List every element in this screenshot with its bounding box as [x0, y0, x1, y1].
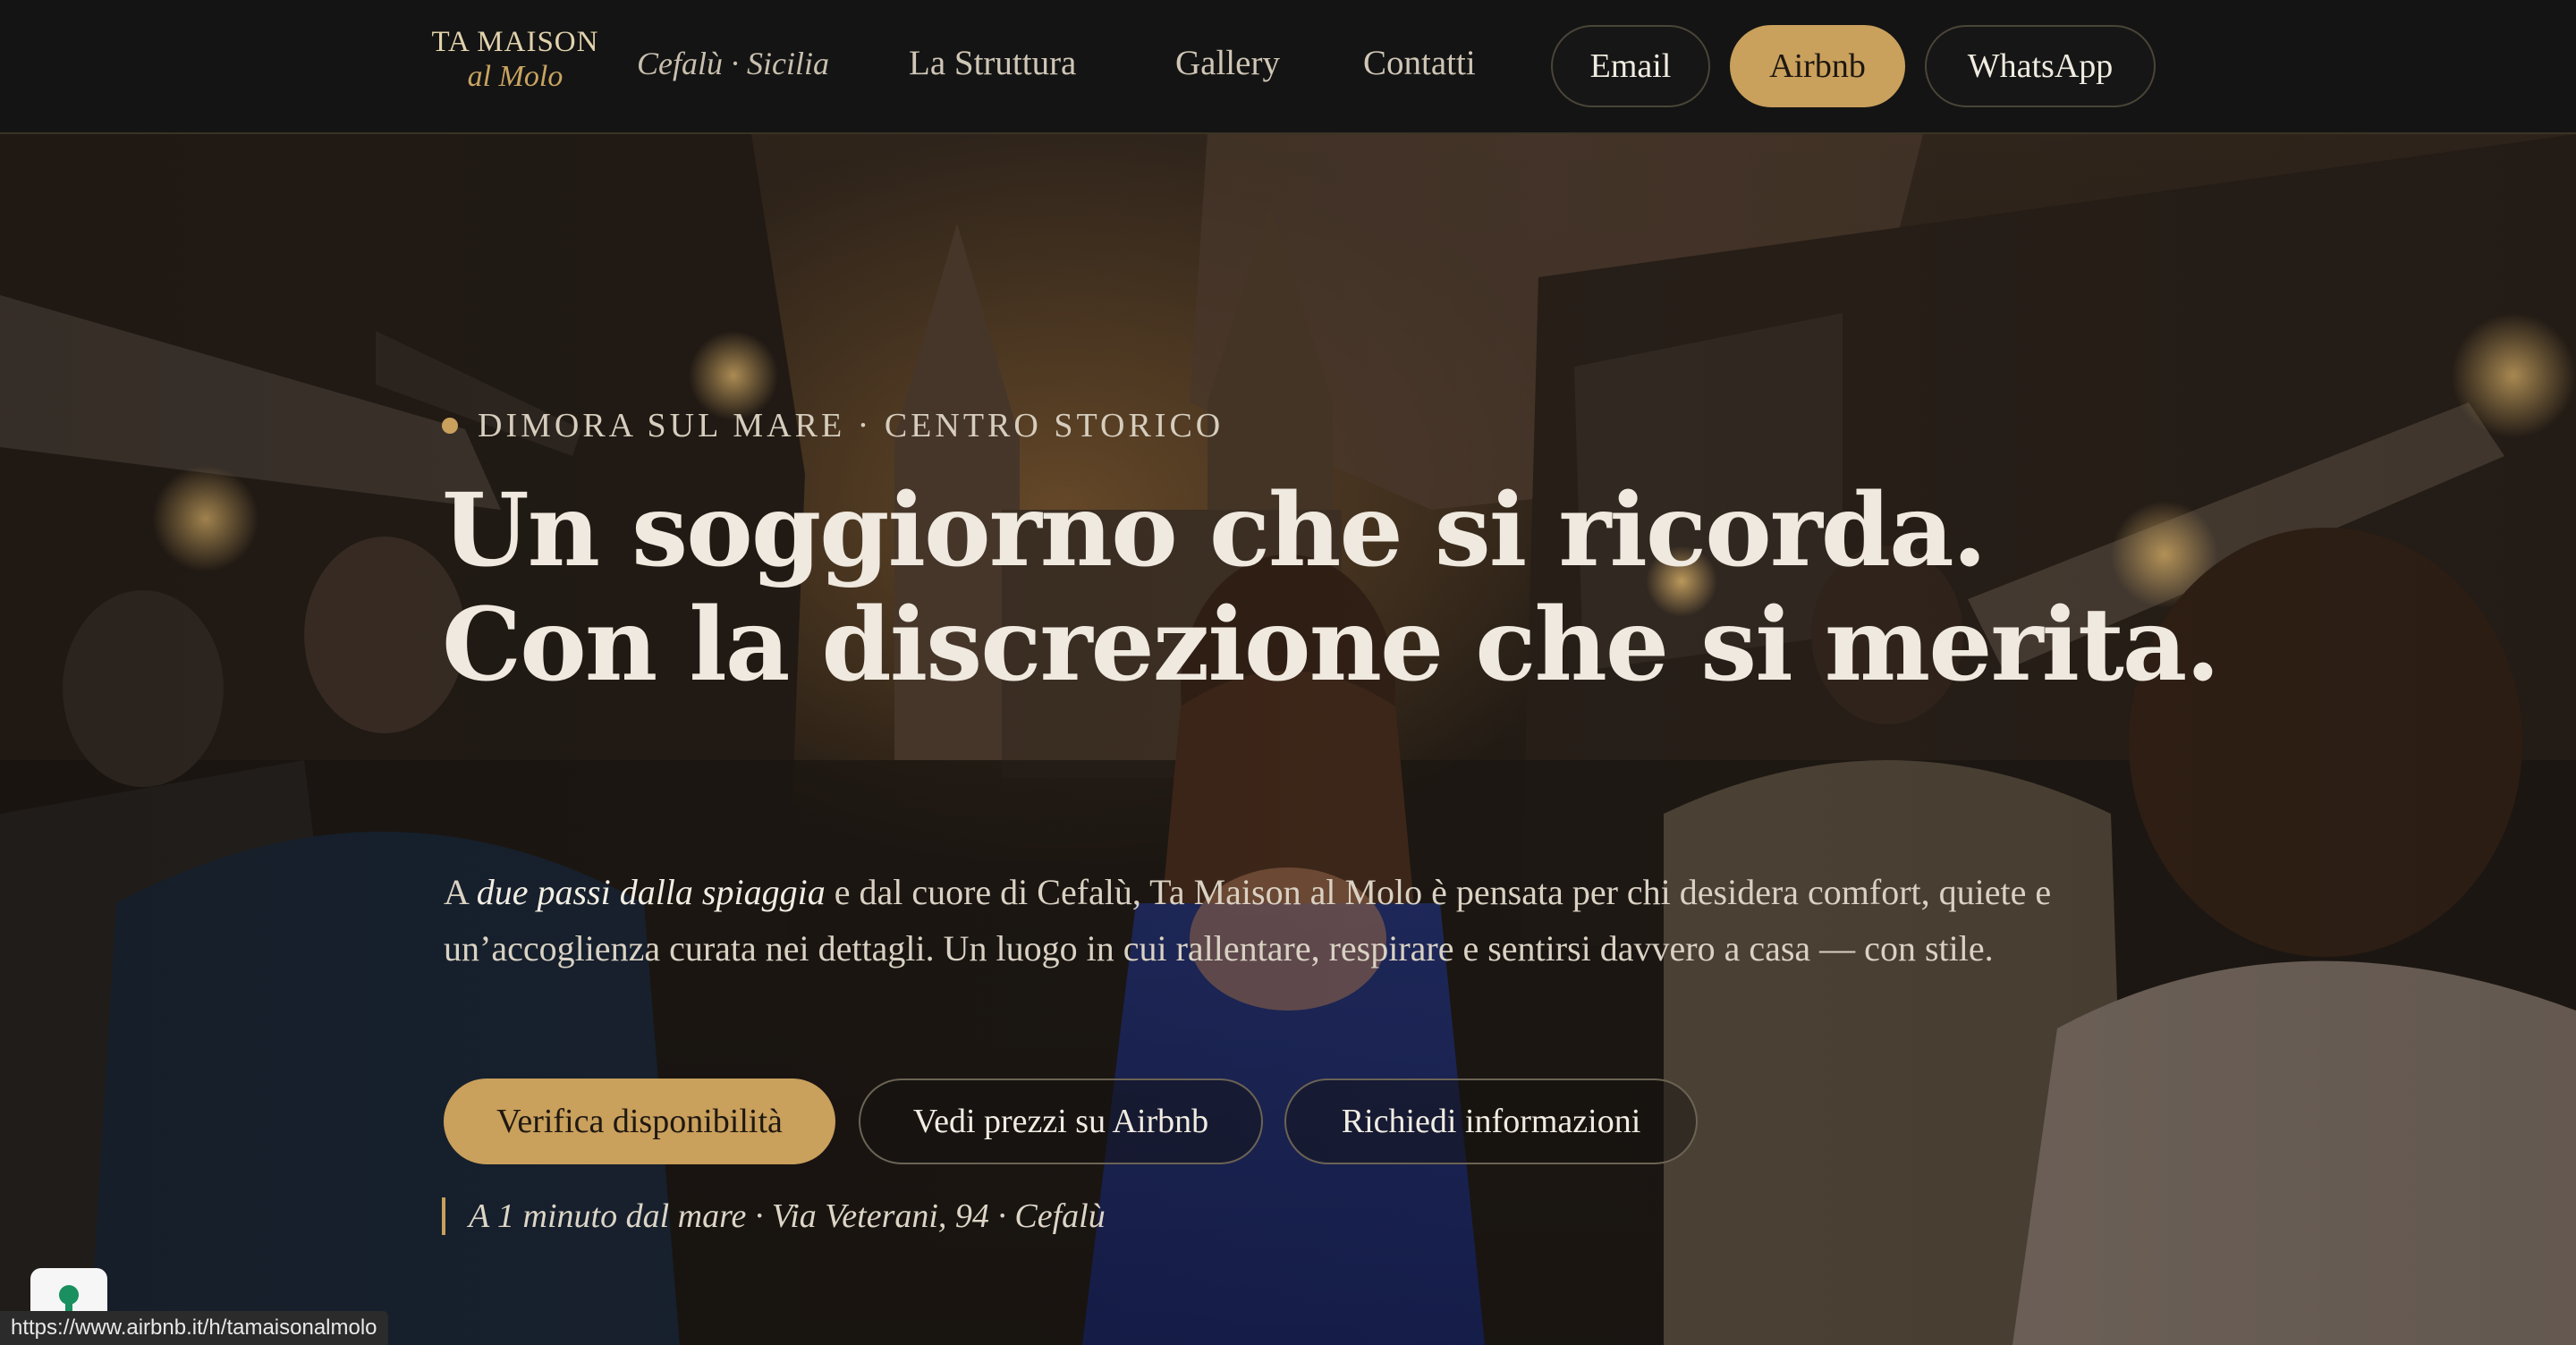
- nav-link-la-struttura[interactable]: La Struttura: [909, 43, 1076, 83]
- lead-emphasis: due passi dalla spiaggia: [476, 872, 826, 912]
- airbnb-prices-button[interactable]: Vedi prezzi su Airbnb: [859, 1079, 1263, 1164]
- headline-line-1: Un soggiorno che si ricorda.: [442, 472, 1987, 589]
- hero-headline: Un soggiorno che si ricorda. Con la disc…: [442, 472, 2220, 704]
- hero-eyebrow: DIMORA SUL MARE · CENTRO STORICO: [442, 406, 1224, 445]
- hero-overlay: [0, 134, 2576, 1345]
- request-info-button[interactable]: Richiedi informazioni: [1284, 1079, 1698, 1164]
- email-button[interactable]: Email: [1551, 25, 1710, 107]
- logo-script-text: al Molo: [467, 60, 564, 93]
- hero-description: A due passi dalla spiaggia e dal cuore d…: [444, 864, 2072, 977]
- chat-bubble-icon: [59, 1285, 79, 1313]
- hero-location: A 1 minuto dal mare · Via Veterani, 94 ·…: [442, 1197, 1106, 1236]
- nav-link-contatti[interactable]: Contatti: [1363, 43, 1476, 83]
- hero-section: [0, 134, 2576, 1345]
- eyebrow-text: DIMORA SUL MARE · CENTRO STORICO: [478, 407, 1224, 444]
- chat-widget-button[interactable]: [30, 1268, 107, 1313]
- site-header: TA MAISON al Molo Cefalù · Sicilia La St…: [0, 0, 2576, 134]
- logo-main-text: TA MAISON: [431, 26, 599, 58]
- lead-prefix: A: [444, 872, 477, 912]
- check-availability-button[interactable]: Verifica disponibilità: [444, 1079, 835, 1164]
- brand-logo[interactable]: TA MAISON al Molo: [428, 25, 603, 104]
- airbnb-button[interactable]: Airbnb: [1730, 25, 1905, 107]
- link-status-url: https://www.airbnb.it/h/tamaisonalmolo: [0, 1311, 388, 1345]
- location-tagline: Cefalù · Sicilia: [637, 46, 829, 81]
- location-text: A 1 minuto dal mare · Via Veterani, 94 ·…: [469, 1197, 1106, 1235]
- location-accent-bar: [442, 1197, 445, 1235]
- bullet-dot-icon: [442, 418, 458, 434]
- headline-line-2: Con la discrezione che si merita.: [442, 587, 2220, 704]
- nav-link-gallery[interactable]: Gallery: [1175, 43, 1280, 83]
- whatsapp-button[interactable]: WhatsApp: [1925, 25, 2156, 107]
